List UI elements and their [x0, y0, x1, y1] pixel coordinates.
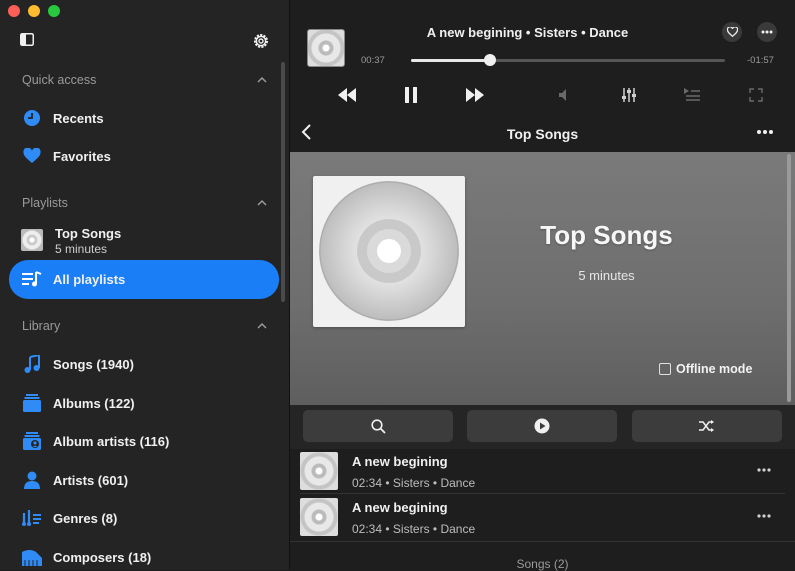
- settings-gear-icon[interactable]: [252, 32, 270, 50]
- playlist-action-bar: [290, 405, 795, 449]
- playlist-cover-art: [313, 176, 465, 327]
- library-heading: Library: [22, 319, 61, 333]
- sidebar-item-label: Favorites: [53, 148, 111, 164]
- music-note-icon: [22, 354, 42, 374]
- pause-button[interactable]: [400, 85, 422, 105]
- remaining-time: -01:57: [747, 55, 774, 66]
- equalizer-button[interactable]: [619, 85, 639, 105]
- playlists-collapse-chevron-icon[interactable]: [256, 199, 268, 207]
- main-panel: A new begining • Sisters • Dance 00:37 -…: [290, 0, 795, 571]
- favorite-heart-button[interactable]: [722, 22, 742, 42]
- speaker-icon: [559, 89, 566, 101]
- sidebar-item-label: Composers (18): [53, 549, 152, 565]
- queue-list-icon: [684, 88, 700, 101]
- sidebar-item-album-artists[interactable]: Album artists (116): [9, 422, 279, 460]
- quick-access-collapse-chevron-icon[interactable]: [256, 76, 268, 84]
- sidebar: Quick access Recents Favorites Playlists…: [0, 0, 290, 570]
- zoom-window-button[interactable]: [48, 5, 60, 17]
- composers-icon: [22, 547, 42, 567]
- playlist-thumbnail: [21, 229, 43, 251]
- track-row[interactable]: A new begining 02:34 • Sisters • Dance: [290, 448, 795, 494]
- sidebar-item-songs[interactable]: Songs (1940): [9, 345, 279, 383]
- search-button[interactable]: [303, 410, 453, 442]
- sidebar-item-artists[interactable]: Artists (601): [9, 461, 279, 499]
- heart-icon: [22, 146, 42, 166]
- sidebar-item-recents[interactable]: Recents: [9, 99, 279, 137]
- sidebar-item-label: Artists (601): [53, 472, 129, 488]
- album-artists-icon: [22, 431, 42, 451]
- minimize-window-button[interactable]: [28, 5, 40, 17]
- sidebar-item-label: Recents: [53, 110, 104, 126]
- close-window-button[interactable]: [8, 5, 20, 17]
- playlist-header: Top Songs 5 minutes Offline mode: [290, 152, 795, 405]
- library-collapse-chevron-icon[interactable]: [256, 322, 268, 330]
- fullscreen-icon: [749, 88, 763, 102]
- sidebar-scrollbar[interactable]: [281, 62, 285, 302]
- offline-mode-toggle[interactable]: Offline mode: [659, 362, 752, 376]
- playlists-heading: Playlists: [22, 196, 68, 210]
- playlist-icon: [22, 270, 42, 290]
- sidebar-item-label: Album artists (116): [53, 433, 170, 449]
- playlist-title: Top Songs: [55, 226, 122, 241]
- sidebar-item-label: Genres (8): [53, 510, 118, 526]
- track-artwork: [300, 452, 338, 490]
- track-more-ellipsis-icon[interactable]: [756, 512, 772, 520]
- sidebar-item-genres[interactable]: Genres (8): [9, 499, 279, 537]
- clock-icon: [22, 108, 42, 128]
- ellipsis-icon: [761, 30, 773, 34]
- equalizer-icon: [622, 88, 636, 102]
- track-meta: 02:34 • Sisters • Dance: [352, 476, 476, 490]
- albums-icon: [22, 393, 42, 413]
- rewind-icon: [338, 88, 356, 102]
- sidebar-item-composers[interactable]: Composers (18): [9, 538, 279, 570]
- offline-mode-checkbox[interactable]: [659, 363, 671, 375]
- sidebar-item-favorites[interactable]: Favorites: [9, 137, 279, 175]
- play-all-button[interactable]: [467, 410, 617, 442]
- search-icon: [370, 418, 386, 434]
- rewind-button[interactable]: [336, 85, 358, 105]
- fast-forward-button[interactable]: [464, 85, 486, 105]
- window-controls: [8, 5, 60, 17]
- playlist-title: Top Songs: [540, 220, 673, 250]
- songs-count-label: Songs (2): [516, 557, 569, 571]
- playlist-duration: 5 minutes: [578, 268, 635, 283]
- track-title: A new begining: [352, 454, 448, 469]
- cd-disc-icon: [319, 181, 459, 321]
- volume-button[interactable]: [555, 85, 575, 105]
- track-meta: 02:34 • Sisters • Dance: [352, 522, 476, 536]
- progress-knob[interactable]: [483, 54, 496, 66]
- list-footer-divider: [290, 541, 795, 542]
- playlist-duration: 5 minutes: [55, 242, 108, 256]
- shuffle-icon: [699, 420, 714, 432]
- page-title: Top Songs: [506, 126, 579, 142]
- sidebar-item-label: Albums (122): [53, 395, 135, 411]
- shuffle-button[interactable]: [632, 410, 782, 442]
- pause-icon: [405, 87, 417, 103]
- offline-mode-label: Offline mode: [676, 362, 753, 376]
- track-title: A new begining: [352, 500, 448, 515]
- sidebar-item-all-playlists[interactable]: All playlists: [9, 260, 279, 299]
- genres-icon: [22, 508, 42, 528]
- progress-fill: [411, 59, 490, 62]
- now-playing-more-button[interactable]: [757, 22, 777, 42]
- sidebar-item-label: Songs (1940): [53, 356, 134, 372]
- now-playing-title: A new begining • Sisters • Dance: [426, 25, 629, 40]
- fullscreen-button[interactable]: [746, 85, 766, 105]
- queue-button[interactable]: [682, 85, 702, 105]
- fast-forward-icon: [466, 88, 484, 102]
- sidebar-item-label: All playlists: [53, 272, 126, 287]
- track-row[interactable]: A new begining 02:34 • Sisters • Dance: [290, 494, 795, 540]
- heart-outline-icon: [726, 27, 738, 37]
- sidebar-item-albums[interactable]: Albums (122): [9, 384, 279, 422]
- artist-icon: [22, 470, 42, 490]
- track-more-ellipsis-icon[interactable]: [756, 466, 772, 474]
- track-artwork: [300, 498, 338, 536]
- play-circle-icon: [534, 418, 550, 434]
- elapsed-time: 00:37: [361, 55, 385, 66]
- sidebar-toggle-icon[interactable]: [20, 33, 34, 46]
- playlist-more-ellipsis-icon[interactable]: [755, 124, 775, 140]
- progress-slider[interactable]: [411, 54, 725, 66]
- quick-access-heading: Quick access: [22, 73, 97, 87]
- content-scrollbar[interactable]: [787, 154, 791, 402]
